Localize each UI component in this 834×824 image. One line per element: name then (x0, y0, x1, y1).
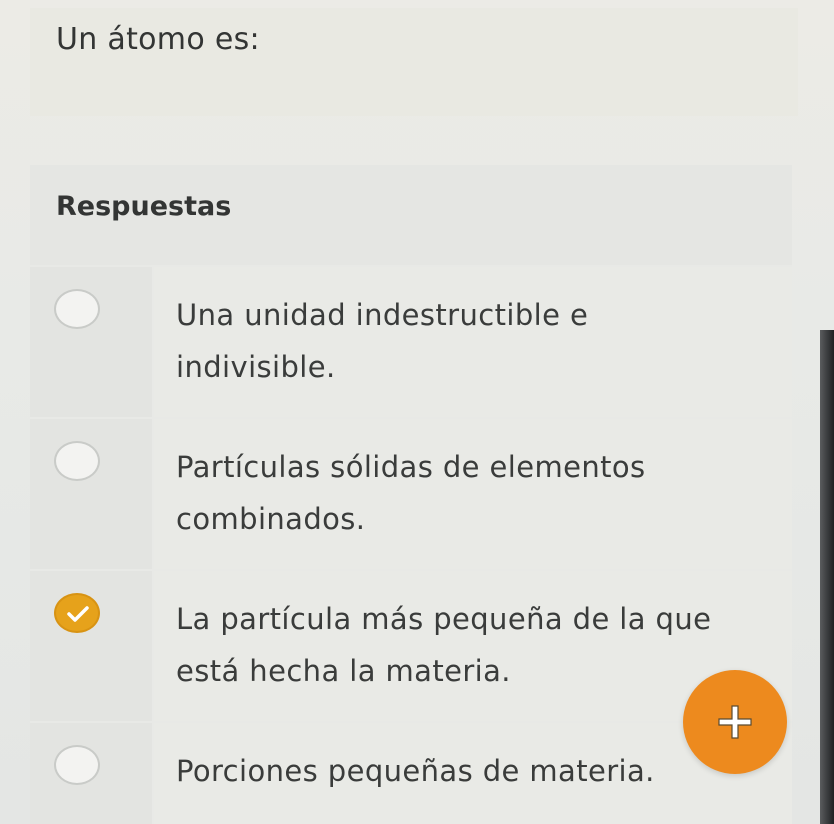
radio-cell (30, 267, 152, 417)
answer-option-1[interactable]: Una unidad indestructible e indivisible. (30, 267, 792, 417)
check-icon (67, 606, 89, 622)
radio-cell (30, 419, 152, 569)
option-text-cell: Partículas sólidas de elementos combinad… (154, 419, 792, 569)
question-card: Un átomo es: (30, 8, 798, 116)
answer-option-3[interactable]: La partícula más pequeña de la que está … (30, 571, 792, 721)
plus-icon (718, 705, 752, 739)
radio-button-unchecked[interactable] (54, 441, 100, 481)
add-button[interactable] (683, 670, 787, 774)
radio-cell (30, 723, 152, 824)
radio-button-unchecked[interactable] (54, 745, 100, 785)
answers-title: Respuestas (56, 191, 232, 222)
option-label: Porciones pequeñas de materia. (176, 754, 655, 788)
radio-button-checked[interactable] (54, 593, 100, 633)
option-label: Una unidad indestructible e indivisible. (176, 298, 589, 384)
question-text: Un átomo es: (56, 22, 260, 57)
answers-header: Respuestas (30, 165, 792, 265)
quiz-page: Un átomo es: Respuestas Una unidad indes… (0, 0, 834, 824)
screen-edge (820, 330, 834, 824)
radio-cell (30, 571, 152, 721)
answers-card: Respuestas Una unidad indestructible e i… (30, 165, 792, 824)
option-text-cell: Una unidad indestructible e indivisible. (154, 267, 792, 417)
option-label: La partícula más pequeña de la que está … (176, 602, 712, 688)
answer-option-4[interactable]: Porciones pequeñas de materia. (30, 723, 792, 824)
radio-button-unchecked[interactable] (54, 289, 100, 329)
answer-option-2[interactable]: Partículas sólidas de elementos combinad… (30, 419, 792, 569)
option-label: Partículas sólidas de elementos combinad… (176, 450, 646, 536)
